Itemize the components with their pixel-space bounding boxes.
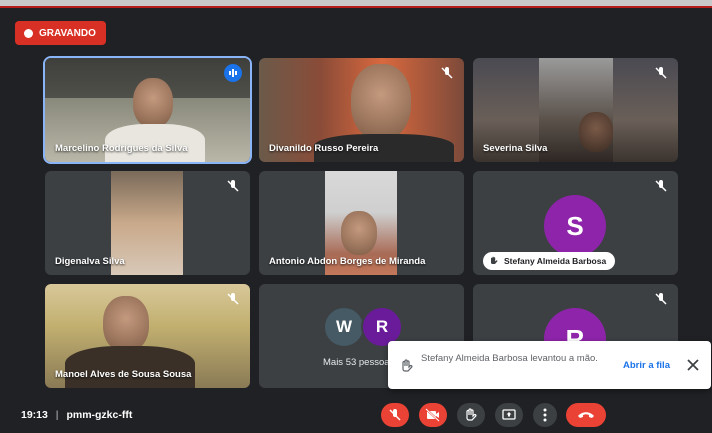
toggle-camera-button[interactable] [419, 403, 447, 427]
camera-off-icon [425, 408, 440, 422]
participant-tile[interactable]: Marcelino Rodrigues da Silva [45, 58, 250, 162]
meeting-controls-bar: 19:13 | pmm-gzkc-fft [0, 395, 712, 433]
separator: | [55, 409, 59, 421]
toast-message: Stefany Almeida Barbosa levantou a mão. [421, 353, 598, 364]
participant-tile[interactable]: Manoel Alves de Sousa Sousa [45, 284, 250, 388]
mic-off-icon [655, 180, 667, 192]
raise-hand-icon [466, 408, 477, 421]
leave-call-button[interactable] [566, 403, 606, 427]
recording-badge: GRAVANDO [15, 21, 106, 45]
hang-up-icon [578, 412, 594, 418]
participant-name: Marcelino Rodrigues da Silva [55, 143, 188, 154]
participant-tile[interactable]: Divanildo Russo Pereira [259, 58, 464, 162]
hand-raised-name-pill: Stefany Almeida Barbosa [483, 252, 615, 270]
present-screen-button[interactable] [495, 403, 523, 427]
participant-name: Stefany Almeida Barbosa [504, 256, 607, 266]
raise-hand-button[interactable] [457, 403, 485, 427]
participant-tile[interactable]: Digenalva Silva [45, 171, 250, 275]
raised-hand-icon [402, 359, 413, 372]
participant-avatar: S [544, 195, 606, 257]
participant-name: Antonio Abdon Borges de Miranda [269, 256, 426, 267]
meeting-time: 19:13 [21, 409, 48, 421]
recording-dot-icon [24, 28, 33, 38]
participant-video-face [341, 211, 377, 255]
mic-off-icon [655, 293, 667, 305]
meeting-code: pmm-gzkc-fft [66, 409, 133, 421]
mic-off-icon [441, 67, 453, 79]
toggle-microphone-button[interactable] [381, 403, 409, 427]
mic-off-icon [655, 67, 667, 79]
participant-video-body [65, 346, 195, 388]
participant-name: Digenalva Silva [55, 256, 125, 267]
recording-label: GRAVANDO [39, 27, 96, 39]
hand-raised-toast: Stefany Almeida Barbosa levantou a mão. … [388, 341, 711, 389]
meeting-details: 19:13 | pmm-gzkc-fft [21, 409, 132, 421]
participant-video-face [579, 112, 613, 152]
close-icon[interactable] [685, 357, 701, 373]
more-participants-label: Mais 53 pessoas [323, 357, 395, 368]
more-options-button[interactable] [533, 403, 557, 427]
mic-off-icon [389, 409, 401, 421]
participant-video [133, 78, 173, 128]
mic-off-icon [227, 293, 239, 305]
participant-video-face [103, 296, 149, 352]
mic-off-icon [227, 180, 239, 192]
participant-tile[interactable]: Severina Silva [473, 58, 678, 162]
present-icon [502, 409, 516, 420]
participant-name: Divanildo Russo Pereira [269, 143, 379, 154]
participant-avatar: W [323, 306, 365, 348]
more-vert-icon [543, 408, 547, 422]
participant-tile[interactable]: Antonio Abdon Borges de Miranda [259, 171, 464, 275]
browser-top-strip [0, 0, 712, 8]
participant-video [351, 64, 411, 140]
raised-hand-icon [491, 256, 498, 264]
speaking-indicator-icon [224, 64, 242, 82]
open-queue-link[interactable]: Abrir a fila [623, 360, 670, 371]
participant-name: Severina Silva [483, 143, 548, 154]
participant-name: Manoel Alves de Sousa Sousa [55, 369, 192, 380]
